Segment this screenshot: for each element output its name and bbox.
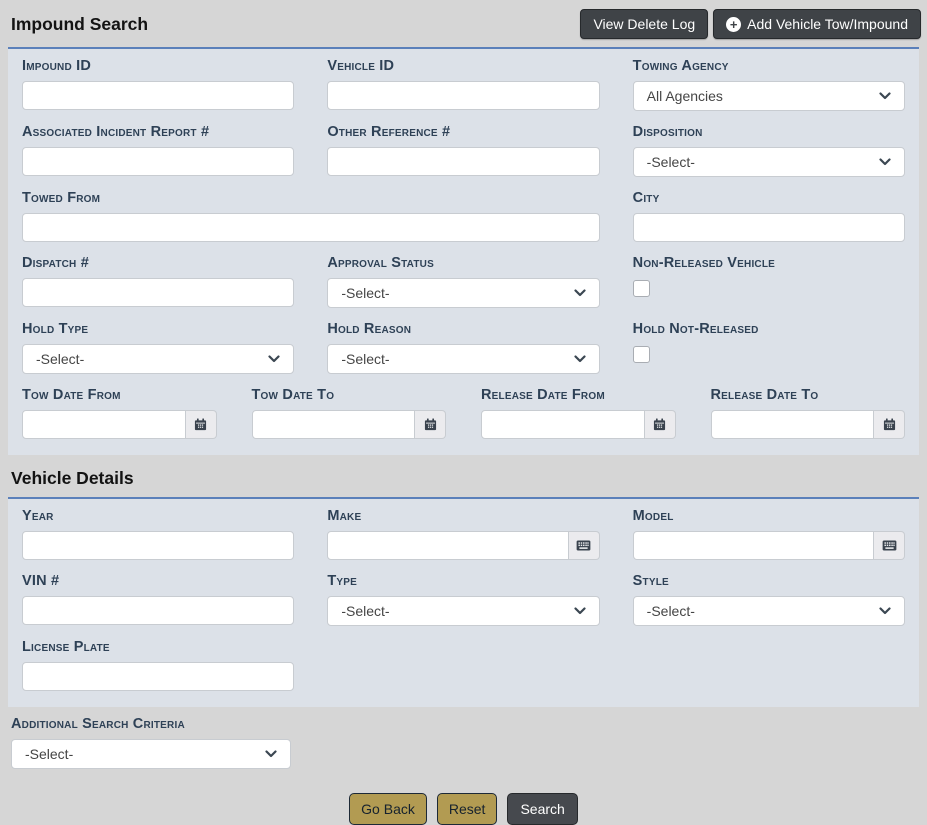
hold-reason-selected-value: -Select-: [341, 351, 389, 367]
disposition-selected-value: -Select-: [647, 154, 695, 170]
chevron-down-icon: [574, 355, 586, 363]
towing-agency-select[interactable]: All Agencies: [633, 81, 905, 111]
release-date-from-label: Release Date From: [481, 387, 676, 403]
additional-search-criteria-selected-value: -Select-: [25, 746, 73, 762]
chevron-down-icon: [265, 750, 277, 758]
towed-from-input[interactable]: [22, 213, 600, 242]
tow-date-to-input[interactable]: [252, 410, 416, 439]
view-delete-log-label: View Delete Log: [593, 16, 695, 32]
keyboard-icon[interactable]: [569, 531, 600, 560]
chevron-down-icon: [879, 607, 891, 615]
make-input[interactable]: [327, 531, 568, 560]
impound-search-panel: Impound ID Vehicle ID Towing Agency All …: [8, 47, 919, 455]
additional-search-criteria-section: Additional Search Criteria -Select-: [0, 707, 927, 769]
impound-id-input[interactable]: [22, 81, 294, 110]
dispatch-input[interactable]: [22, 278, 294, 307]
chevron-down-icon: [879, 92, 891, 100]
tow-date-from-input[interactable]: [22, 410, 186, 439]
style-select[interactable]: -Select-: [633, 596, 905, 626]
calendar-icon[interactable]: [645, 410, 676, 439]
calendar-icon[interactable]: [415, 410, 446, 439]
license-plate-label: License Plate: [22, 639, 294, 655]
release-date-to-input[interactable]: [711, 410, 875, 439]
towing-agency-label: Towing Agency: [633, 58, 905, 74]
tow-date-from-label: Tow Date From: [22, 387, 217, 403]
model-label: Model: [633, 508, 905, 524]
chevron-down-icon: [574, 289, 586, 297]
hold-type-select[interactable]: -Select-: [22, 344, 294, 374]
tow-date-to-label: Tow Date To: [252, 387, 447, 403]
hold-reason-label: Hold Reason: [327, 321, 599, 337]
approval-status-label: Approval Status: [327, 255, 599, 271]
type-label: Type: [327, 573, 599, 589]
towed-from-label: Towed From: [22, 190, 600, 206]
release-date-from-input[interactable]: [481, 410, 645, 439]
vehicle-id-label: Vehicle ID: [327, 58, 599, 74]
additional-search-criteria-select[interactable]: -Select-: [11, 739, 291, 769]
page-title: Impound Search: [11, 14, 148, 35]
hold-reason-select[interactable]: -Select-: [327, 344, 599, 374]
model-input[interactable]: [633, 531, 874, 560]
vehicle-id-input[interactable]: [327, 81, 599, 110]
style-label: Style: [633, 573, 905, 589]
add-vehicle-tow-impound-button[interactable]: + Add Vehicle Tow/Impound: [713, 9, 921, 39]
vin-input[interactable]: [22, 596, 294, 625]
calendar-icon[interactable]: [874, 410, 905, 439]
chevron-down-icon: [268, 355, 280, 363]
chevron-down-icon: [879, 158, 891, 166]
hold-type-label: Hold Type: [22, 321, 294, 337]
towing-agency-selected-value: All Agencies: [647, 88, 723, 104]
action-buttons: Go Back Reset Search: [0, 793, 927, 825]
license-plate-input[interactable]: [22, 662, 294, 691]
disposition-select[interactable]: -Select-: [633, 147, 905, 177]
top-bar: Impound Search View Delete Log + Add Veh…: [0, 0, 927, 47]
hold-type-selected-value: -Select-: [36, 351, 84, 367]
make-label: Make: [327, 508, 599, 524]
type-select[interactable]: -Select-: [327, 596, 599, 626]
dispatch-label: Dispatch #: [22, 255, 294, 271]
other-reference-label: Other Reference #: [327, 124, 599, 140]
city-input[interactable]: [633, 213, 905, 242]
disposition-label: Disposition: [633, 124, 905, 140]
associated-incident-report-label: Associated Incident Report #: [22, 124, 294, 140]
keyboard-icon[interactable]: [874, 531, 905, 560]
vin-label: VIN #: [22, 573, 294, 589]
impound-id-label: Impound ID: [22, 58, 294, 74]
non-released-vehicle-checkbox[interactable]: [633, 280, 650, 297]
go-back-button[interactable]: Go Back: [349, 793, 427, 825]
style-selected-value: -Select-: [647, 603, 695, 619]
search-button[interactable]: Search: [507, 793, 577, 825]
plus-circle-icon: +: [726, 17, 741, 32]
hold-not-released-label: Hold Not-Released: [633, 321, 905, 337]
vehicle-details-header: Vehicle Details: [0, 455, 927, 497]
city-label: City: [633, 190, 905, 206]
non-released-vehicle-label: Non-Released Vehicle: [633, 255, 905, 271]
vehicle-details-title: Vehicle Details: [11, 468, 921, 489]
vehicle-details-panel: Year Make Model VIN #: [8, 497, 919, 707]
add-vehicle-label: Add Vehicle Tow/Impound: [747, 16, 908, 32]
hold-not-released-checkbox[interactable]: [633, 346, 650, 363]
chevron-down-icon: [574, 607, 586, 615]
approval-status-select[interactable]: -Select-: [327, 278, 599, 308]
other-reference-input[interactable]: [327, 147, 599, 176]
release-date-to-label: Release Date To: [711, 387, 906, 403]
top-bar-buttons: View Delete Log + Add Vehicle Tow/Impoun…: [580, 9, 921, 39]
type-selected-value: -Select-: [341, 603, 389, 619]
view-delete-log-button[interactable]: View Delete Log: [580, 9, 708, 39]
year-label: Year: [22, 508, 294, 524]
calendar-icon[interactable]: [186, 410, 217, 439]
approval-status-selected-value: -Select-: [341, 285, 389, 301]
reset-button[interactable]: Reset: [437, 793, 498, 825]
additional-search-criteria-label: Additional Search Criteria: [11, 716, 927, 732]
associated-incident-report-input[interactable]: [22, 147, 294, 176]
year-input[interactable]: [22, 531, 294, 560]
